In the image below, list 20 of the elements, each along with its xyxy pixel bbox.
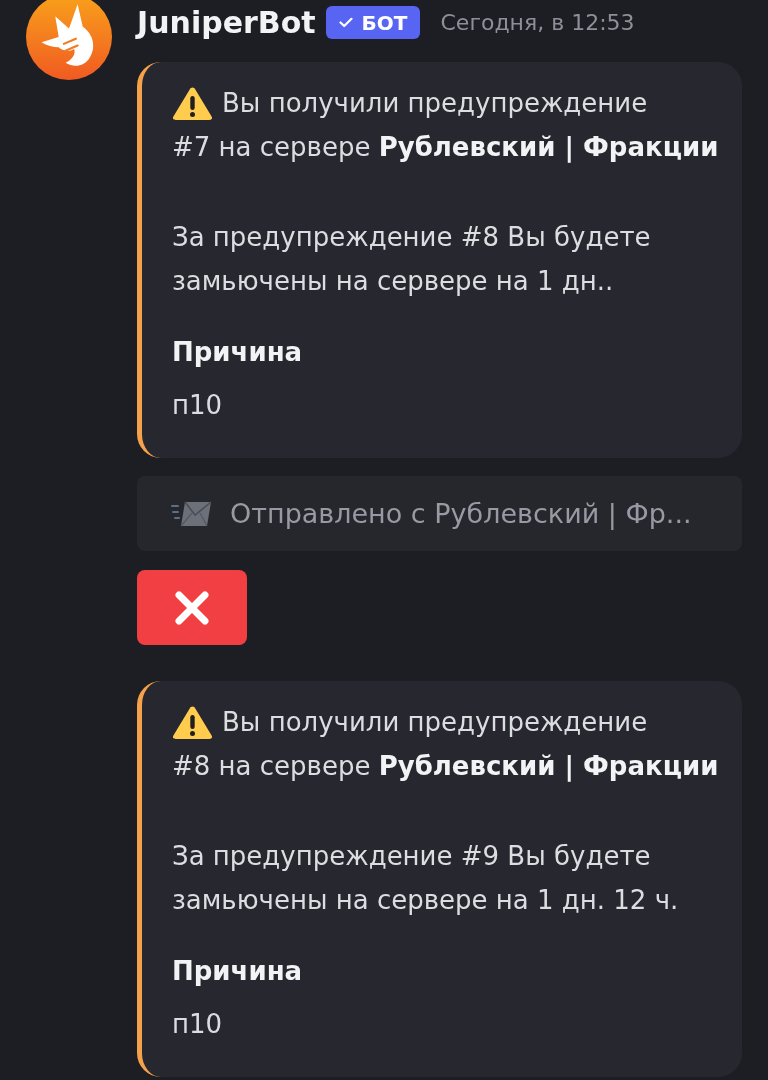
embed-text: Вы получили предупреждение xyxy=(222,87,648,120)
close-icon xyxy=(174,589,210,626)
close-button[interactable] xyxy=(137,570,247,645)
field-value: п10 xyxy=(172,389,224,422)
envelope-icon xyxy=(171,500,212,527)
embed-text: #8 на сервере Рублевский | Фракции xyxy=(172,750,719,784)
source-note-text: Отправлено с Рублевский | Фр... xyxy=(230,498,692,529)
field-name: Причина xyxy=(172,955,304,988)
field-name: Причина xyxy=(172,336,304,369)
embed-text: За предупреждение #9 Вы будете замьючены на сервере на 1 дн. 12 ч. xyxy=(172,841,679,915)
field-value: п10 xyxy=(172,1008,224,1041)
warning-icon xyxy=(172,85,213,121)
embed-text: #7 на сервере Рублевский | Фракции xyxy=(172,131,719,165)
badge-label: БОТ xyxy=(361,10,408,35)
fox-avatar-icon[interactable] xyxy=(26,0,112,80)
timestamp: Сегодня, в 12:53 xyxy=(440,10,635,35)
author-name[interactable]: JuniperBot xyxy=(137,5,316,40)
embed-text: За предупреждение #8 Вы будете замьючены на сервере на 1 дн.. xyxy=(172,222,651,296)
warning-icon xyxy=(172,704,213,740)
embed-text: Вы получили предупреждение xyxy=(222,706,648,739)
